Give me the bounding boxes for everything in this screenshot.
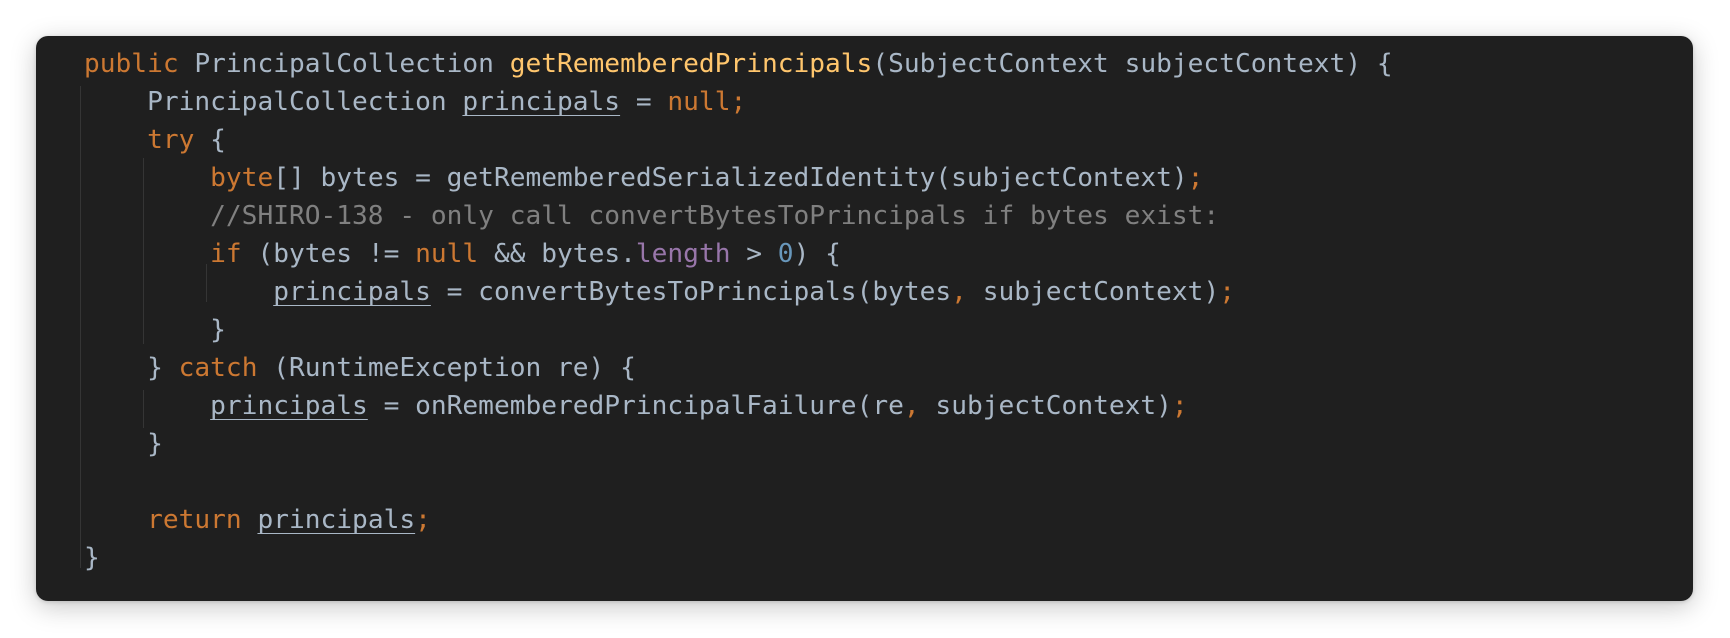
code-token-plain: PrincipalCollection xyxy=(194,49,510,79)
code-line[interactable]: } xyxy=(84,425,1393,463)
code-token-keyword: if xyxy=(210,239,258,269)
code-token-punct: ; xyxy=(415,505,431,535)
code-token-punct: ; xyxy=(1219,277,1235,307)
code-token-plain: (bytes != xyxy=(257,239,416,269)
code-token-number: 0 xyxy=(777,239,794,269)
code-token-punct: , xyxy=(951,277,983,307)
code-token-plain: = xyxy=(620,87,668,117)
code-token-keyword: return xyxy=(147,505,258,535)
code-token-plain: subjectContext) xyxy=(982,277,1220,307)
code-token-comment: //SHIRO-138 - only call convertBytesToPr… xyxy=(210,201,1220,231)
code-token-keyword: try xyxy=(147,125,211,155)
code-line[interactable]: } catch (RuntimeException re) { xyxy=(84,349,1393,387)
code-line[interactable]: try { xyxy=(84,121,1393,159)
code-token-field: length xyxy=(635,239,731,269)
code-line[interactable]: if (bytes != null && bytes. length > 0) { xyxy=(84,235,1393,273)
code-line[interactable]: PrincipalCollection principals = null; xyxy=(84,83,1393,121)
code-token-punct: ; xyxy=(1187,163,1204,193)
code-block: public PrincipalCollection getRemembered… xyxy=(84,45,1393,577)
code-token-plain: } xyxy=(84,543,100,573)
code-line[interactable]: } xyxy=(84,539,1393,577)
code-token-punct: ; xyxy=(730,87,747,117)
code-line[interactable] xyxy=(84,463,1393,501)
code-token-plain: } xyxy=(210,315,226,345)
code-line[interactable]: } xyxy=(84,311,1393,349)
code-line[interactable]: public PrincipalCollection getRemembered… xyxy=(84,45,1393,83)
code-token-keyword: null xyxy=(667,87,731,117)
code-line[interactable]: return principals; xyxy=(84,501,1393,539)
code-token-punct: ; xyxy=(1171,391,1188,421)
code-token-var: principals xyxy=(462,87,621,117)
code-token-keyword: catch xyxy=(178,353,274,383)
code-line[interactable]: //SHIRO-138 - only call convertBytesToPr… xyxy=(84,197,1393,235)
code-token-plain: } xyxy=(147,429,163,459)
code-token-keyword: null xyxy=(415,239,494,269)
code-line[interactable]: principals = onRememberedPrincipalFailur… xyxy=(84,387,1393,425)
code-token-plain: subjectContext) xyxy=(935,391,1172,421)
code-token-keyword: byte xyxy=(210,163,274,193)
code-token-plain: = convertBytesToPrincipals(bytes xyxy=(430,277,952,307)
code-token-keyword: public xyxy=(84,49,195,79)
code-token-plain: = onRememberedPrincipalFailure(re xyxy=(367,391,904,421)
code-token-var: principals xyxy=(273,277,431,307)
code-token-var: principals xyxy=(257,505,416,535)
code-token-method: getRememberedPrincipals xyxy=(509,49,873,79)
code-editor-panel: public PrincipalCollection getRemembered… xyxy=(36,36,1693,601)
code-token-plain: } xyxy=(147,353,179,383)
code-token-plain: && bytes. xyxy=(493,239,636,269)
code-token-plain: PrincipalCollection xyxy=(147,87,463,117)
code-token-plain: (SubjectContext subjectContext) { xyxy=(872,49,1393,79)
code-token-plain: { xyxy=(210,125,226,155)
code-token-plain: (RuntimeException re) { xyxy=(273,353,636,383)
code-token-var: principals xyxy=(210,391,368,421)
indent-guide xyxy=(80,86,81,568)
code-token-plain: [] bytes = getRememberedSerializedIdenti… xyxy=(273,163,1188,193)
code-token-punct: , xyxy=(903,391,936,421)
code-line[interactable]: byte[] bytes = getRememberedSerializedId… xyxy=(84,159,1393,197)
code-token-plain: > xyxy=(730,239,778,269)
code-line[interactable]: principals = convertBytesToPrincipals(by… xyxy=(84,273,1393,311)
code-token-plain: ) { xyxy=(793,239,841,269)
